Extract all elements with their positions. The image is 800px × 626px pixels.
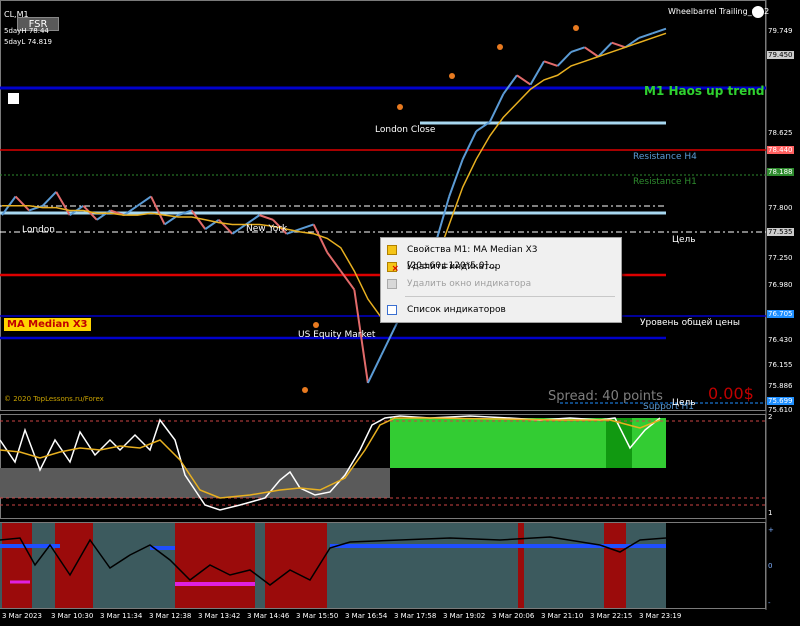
context-menu: Свойства M1: MA Median X3 [20±60±120*5.0… bbox=[380, 237, 622, 323]
price-axis-label: 77.535 bbox=[767, 228, 794, 236]
osc-axis-label: 1 bbox=[767, 509, 774, 517]
price-segment bbox=[136, 195, 152, 207]
price-segment bbox=[570, 46, 586, 53]
time-axis-label: 3 Mar 13:42 bbox=[198, 612, 241, 620]
menu-item-indicator-list[interactable]: Список индикаторов bbox=[383, 302, 619, 318]
histogram-axis-label: - bbox=[767, 599, 772, 607]
time-axis-label: 3 Mar 17:58 bbox=[394, 612, 437, 620]
time-axis-label: 3 Mar 16:54 bbox=[345, 612, 388, 620]
price-segment bbox=[611, 41, 626, 49]
menu-item-label: Удалить индикатор bbox=[407, 262, 501, 272]
price-segment bbox=[14, 195, 30, 212]
new-york-label: New York bbox=[246, 224, 288, 234]
delete-indicator-icon: × bbox=[387, 262, 399, 274]
price-axis-label: 77.250 bbox=[767, 254, 794, 262]
price-segment bbox=[150, 196, 166, 225]
spread-label: Spread: 40 points bbox=[548, 389, 663, 404]
menu-item-label: Удалить окно индикатора bbox=[407, 279, 532, 289]
price-axis-label: 75.699 bbox=[767, 397, 794, 405]
london-close-label: London Close bbox=[375, 125, 436, 135]
histogram-axis-label: + bbox=[767, 526, 775, 534]
ma-median-label: MA Median X3 bbox=[4, 318, 91, 331]
target2-label: Цель bbox=[672, 398, 696, 408]
time-axis-label: 3 Mar 19:02 bbox=[443, 612, 486, 620]
price-segment bbox=[299, 223, 314, 231]
hist-red-2 bbox=[55, 523, 93, 608]
hist-red-1 bbox=[2, 523, 32, 608]
copyright-label: © 2020 TopLessons.ru/Forex bbox=[4, 395, 104, 403]
price-axis-label: 78.188 bbox=[767, 168, 794, 176]
price-segment bbox=[488, 93, 505, 123]
five-day-high: 5dayH 78.44 bbox=[4, 27, 49, 35]
price-axis-label: 77.800 bbox=[767, 204, 794, 212]
price-segment bbox=[41, 191, 57, 207]
menu-item-label: Список индикаторов bbox=[407, 305, 506, 315]
resistance-h4-label: Resistance H4 bbox=[633, 152, 697, 162]
price-axis-label: 76.705 bbox=[767, 310, 794, 318]
price-axis-label: 79.749 bbox=[767, 27, 794, 35]
hist-teal-bg bbox=[0, 523, 666, 608]
time-axis-label: 3 Mar 11:34 bbox=[100, 612, 143, 620]
price-segment bbox=[516, 74, 532, 86]
histogram-content bbox=[0, 523, 667, 608]
menu-item-delete-window: Удалить окно индикатора bbox=[383, 276, 619, 292]
hist-red-3 bbox=[175, 523, 255, 608]
time-axis-label: 3 Mar 2023 bbox=[2, 612, 42, 620]
delete-window-icon bbox=[387, 279, 397, 289]
price-segment bbox=[380, 326, 396, 356]
price-axis-label: 79.450 bbox=[767, 51, 794, 59]
toggle-checkbox[interactable] bbox=[8, 93, 19, 104]
time-axis-label: 3 Mar 12:38 bbox=[149, 612, 192, 620]
common-price-label: Уровень общей цены bbox=[640, 318, 741, 328]
hist-red-6 bbox=[604, 523, 626, 608]
price-axis-label: 78.625 bbox=[767, 129, 794, 137]
time-axis-label: 3 Mar 15:50 bbox=[296, 612, 339, 620]
price-segment bbox=[584, 46, 599, 58]
time-axis-label: 3 Mar 14:46 bbox=[247, 612, 290, 620]
time-axis-label: 3 Mar 23:19 bbox=[639, 612, 682, 620]
price-axis-label: 78.440 bbox=[767, 146, 794, 154]
resistance-h1-label: Resistance H1 bbox=[633, 177, 697, 187]
profit-label: 0.00$ bbox=[708, 384, 754, 403]
osc-axis-label: 2 bbox=[767, 413, 774, 421]
histogram-axis-label: 0 bbox=[767, 562, 774, 570]
target-label: Цель bbox=[672, 235, 696, 245]
time-axis-label: 3 Mar 20:06 bbox=[492, 612, 535, 620]
hist-red-4 bbox=[265, 523, 327, 608]
menu-separator bbox=[405, 296, 615, 297]
time-axis-label: 3 Mar 10:30 bbox=[51, 612, 94, 620]
menu-item-delete-indicator[interactable]: × Удалить индикатор bbox=[383, 259, 619, 275]
price-axis-label: 76.430 bbox=[767, 336, 794, 344]
indicator-list-icon bbox=[387, 305, 397, 315]
menu-item-properties[interactable]: Свойства M1: MA Median X3 [20±60±120*5.0… bbox=[383, 242, 619, 271]
price-axis-label: 76.155 bbox=[767, 361, 794, 369]
price-segment bbox=[556, 51, 572, 67]
time-axis-label: 3 Mar 21:10 bbox=[541, 612, 584, 620]
price-segment bbox=[326, 251, 342, 272]
price-segment bbox=[259, 214, 274, 221]
price-axis-label: 76.980 bbox=[767, 281, 794, 289]
price-segment bbox=[366, 354, 383, 384]
five-day-low: 5dayL 74.819 bbox=[4, 38, 52, 46]
ea-smiley-icon bbox=[752, 6, 764, 18]
price-segment bbox=[543, 60, 558, 67]
trend-label: M1 Haos up trend bbox=[644, 84, 765, 98]
oscillator-content bbox=[0, 415, 766, 511]
us-equity-label: US Equity Market bbox=[298, 330, 376, 340]
london-label: London bbox=[22, 225, 55, 235]
price-segment bbox=[461, 130, 478, 160]
hist-red-5 bbox=[518, 523, 524, 608]
indicator-properties-icon bbox=[387, 245, 397, 255]
price-segment bbox=[502, 74, 518, 95]
price-axis-label: 75.886 bbox=[767, 382, 794, 390]
price-segment bbox=[638, 32, 653, 39]
price-segment bbox=[652, 27, 667, 35]
time-axis-label: 3 Mar 22:15 bbox=[590, 612, 633, 620]
